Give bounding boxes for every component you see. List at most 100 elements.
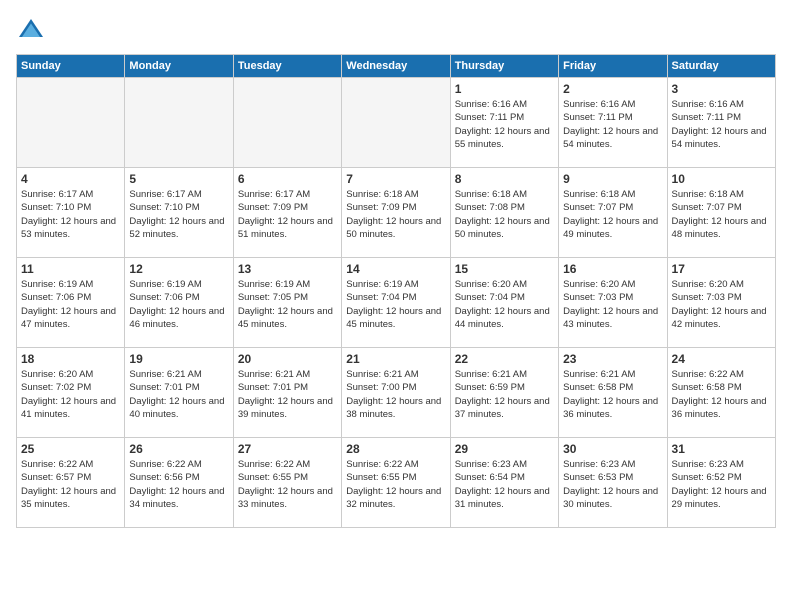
- day-number: 19: [129, 352, 228, 366]
- column-header-thursday: Thursday: [450, 55, 558, 78]
- calendar-week-row: 11 Sunrise: 6:19 AM Sunset: 7:06 PM Dayli…: [17, 258, 776, 348]
- day-info: Sunrise: 6:19 AM Sunset: 7:06 PM Dayligh…: [129, 278, 228, 331]
- day-info: Sunrise: 6:20 AM Sunset: 7:02 PM Dayligh…: [21, 368, 120, 421]
- calendar-cell: 2 Sunrise: 6:16 AM Sunset: 7:11 PM Daylig…: [559, 78, 667, 168]
- day-number: 26: [129, 442, 228, 456]
- calendar-cell: 8Sunrise: 6:18 AM Sunset: 7:08 PM Daylig…: [450, 168, 558, 258]
- calendar-cell: 11 Sunrise: 6:19 AM Sunset: 7:06 PM Dayli…: [17, 258, 125, 348]
- day-info: Sunrise: 6:21 AM Sunset: 6:58 PM Dayligh…: [563, 368, 662, 421]
- day-number: 4: [21, 172, 120, 186]
- calendar-week-row: 25 Sunrise: 6:22 AM Sunset: 6:57 PM Dayli…: [17, 438, 776, 528]
- calendar-cell: 19 Sunrise: 6:21 AM Sunset: 7:01 PM Dayli…: [125, 348, 233, 438]
- day-number: 2: [563, 82, 662, 96]
- day-number: 23: [563, 352, 662, 366]
- calendar-cell: 25 Sunrise: 6:22 AM Sunset: 6:57 PM Dayli…: [17, 438, 125, 528]
- calendar-cell: 6 Sunrise: 6:17 AM Sunset: 7:09 PM Daylig…: [233, 168, 341, 258]
- day-number: 18: [21, 352, 120, 366]
- day-info: Sunrise: 6:23 AM Sunset: 6:53 PM Dayligh…: [563, 458, 662, 511]
- day-info: Sunrise: 6:18 AM Sunset: 7:08 PM Dayligh…: [455, 188, 554, 241]
- day-number: 5: [129, 172, 228, 186]
- calendar-cell: 23 Sunrise: 6:21 AM Sunset: 6:58 PM Dayli…: [559, 348, 667, 438]
- calendar-week-row: 4 Sunrise: 6:17 AM Sunset: 7:10 PM Daylig…: [17, 168, 776, 258]
- day-info: Sunrise: 6:19 AM Sunset: 7:06 PM Dayligh…: [21, 278, 120, 331]
- day-info: Sunrise: 6:22 AM Sunset: 6:56 PM Dayligh…: [129, 458, 228, 511]
- calendar-cell: 9Sunrise: 6:18 AM Sunset: 7:07 PM Daylig…: [559, 168, 667, 258]
- day-number: 10: [672, 172, 771, 186]
- calendar-header-row: SundayMondayTuesdayWednesdayThursdayFrid…: [17, 55, 776, 78]
- day-number: 13: [238, 262, 337, 276]
- day-info: Sunrise: 6:16 AM Sunset: 7:11 PM Dayligh…: [672, 98, 771, 151]
- calendar-cell: 3 Sunrise: 6:16 AM Sunset: 7:11 PM Daylig…: [667, 78, 775, 168]
- logo: [16, 16, 50, 46]
- day-info: Sunrise: 6:17 AM Sunset: 7:10 PM Dayligh…: [21, 188, 120, 241]
- calendar-cell: 18 Sunrise: 6:20 AM Sunset: 7:02 PM Dayli…: [17, 348, 125, 438]
- day-info: Sunrise: 6:18 AM Sunset: 7:07 PM Dayligh…: [672, 188, 771, 241]
- day-number: 24: [672, 352, 771, 366]
- day-info: Sunrise: 6:16 AM Sunset: 7:11 PM Dayligh…: [563, 98, 662, 151]
- calendar-cell: 26 Sunrise: 6:22 AM Sunset: 6:56 PM Dayli…: [125, 438, 233, 528]
- column-header-wednesday: Wednesday: [342, 55, 450, 78]
- day-info: Sunrise: 6:18 AM Sunset: 7:09 PM Dayligh…: [346, 188, 445, 241]
- day-info: Sunrise: 6:22 AM Sunset: 6:57 PM Dayligh…: [21, 458, 120, 511]
- calendar-cell: 29 Sunrise: 6:23 AM Sunset: 6:54 PM Dayli…: [450, 438, 558, 528]
- day-number: 29: [455, 442, 554, 456]
- calendar-cell: 30Sunrise: 6:23 AM Sunset: 6:53 PM Dayli…: [559, 438, 667, 528]
- day-number: 7: [346, 172, 445, 186]
- calendar-table: SundayMondayTuesdayWednesdayThursdayFrid…: [16, 54, 776, 528]
- calendar-cell: 28 Sunrise: 6:22 AM Sunset: 6:55 PM Dayli…: [342, 438, 450, 528]
- calendar-cell: 17Sunrise: 6:20 AM Sunset: 7:03 PM Dayli…: [667, 258, 775, 348]
- calendar-cell: 16Sunrise: 6:20 AM Sunset: 7:03 PM Dayli…: [559, 258, 667, 348]
- calendar-cell: 22 Sunrise: 6:21 AM Sunset: 6:59 PM Dayli…: [450, 348, 558, 438]
- day-info: Sunrise: 6:23 AM Sunset: 6:54 PM Dayligh…: [455, 458, 554, 511]
- day-info: Sunrise: 6:22 AM Sunset: 6:55 PM Dayligh…: [238, 458, 337, 511]
- column-header-sunday: Sunday: [17, 55, 125, 78]
- calendar-cell: 4 Sunrise: 6:17 AM Sunset: 7:10 PM Daylig…: [17, 168, 125, 258]
- day-number: 27: [238, 442, 337, 456]
- day-number: 15: [455, 262, 554, 276]
- calendar-cell: 21Sunrise: 6:21 AM Sunset: 7:00 PM Dayli…: [342, 348, 450, 438]
- day-number: 28: [346, 442, 445, 456]
- day-number: 14: [346, 262, 445, 276]
- calendar-cell: 10 Sunrise: 6:18 AM Sunset: 7:07 PM Dayli…: [667, 168, 775, 258]
- calendar-cell: [233, 78, 341, 168]
- day-info: Sunrise: 6:22 AM Sunset: 6:55 PM Dayligh…: [346, 458, 445, 511]
- page-header: [16, 16, 776, 46]
- calendar-cell: [342, 78, 450, 168]
- calendar-cell: 27 Sunrise: 6:22 AM Sunset: 6:55 PM Dayli…: [233, 438, 341, 528]
- day-number: 16: [563, 262, 662, 276]
- calendar-cell: [125, 78, 233, 168]
- day-info: Sunrise: 6:19 AM Sunset: 7:04 PM Dayligh…: [346, 278, 445, 331]
- day-info: Sunrise: 6:21 AM Sunset: 7:01 PM Dayligh…: [129, 368, 228, 421]
- column-header-saturday: Saturday: [667, 55, 775, 78]
- day-info: Sunrise: 6:20 AM Sunset: 7:03 PM Dayligh…: [672, 278, 771, 331]
- calendar-week-row: 1 Sunrise: 6:16 AM Sunset: 7:11 PM Daylig…: [17, 78, 776, 168]
- column-header-tuesday: Tuesday: [233, 55, 341, 78]
- calendar-cell: [17, 78, 125, 168]
- day-info: Sunrise: 6:21 AM Sunset: 6:59 PM Dayligh…: [455, 368, 554, 421]
- day-info: Sunrise: 6:23 AM Sunset: 6:52 PM Dayligh…: [672, 458, 771, 511]
- calendar-cell: 12Sunrise: 6:19 AM Sunset: 7:06 PM Dayli…: [125, 258, 233, 348]
- day-info: Sunrise: 6:17 AM Sunset: 7:09 PM Dayligh…: [238, 188, 337, 241]
- day-info: Sunrise: 6:20 AM Sunset: 7:04 PM Dayligh…: [455, 278, 554, 331]
- day-number: 1: [455, 82, 554, 96]
- day-number: 25: [21, 442, 120, 456]
- calendar-week-row: 18 Sunrise: 6:20 AM Sunset: 7:02 PM Dayli…: [17, 348, 776, 438]
- calendar-cell: 13 Sunrise: 6:19 AM Sunset: 7:05 PM Dayli…: [233, 258, 341, 348]
- calendar-cell: 7 Sunrise: 6:18 AM Sunset: 7:09 PM Daylig…: [342, 168, 450, 258]
- calendar-cell: 24 Sunrise: 6:22 AM Sunset: 6:58 PM Dayli…: [667, 348, 775, 438]
- calendar-cell: 5Sunrise: 6:17 AM Sunset: 7:10 PM Daylig…: [125, 168, 233, 258]
- day-info: Sunrise: 6:22 AM Sunset: 6:58 PM Dayligh…: [672, 368, 771, 421]
- day-number: 6: [238, 172, 337, 186]
- day-info: Sunrise: 6:19 AM Sunset: 7:05 PM Dayligh…: [238, 278, 337, 331]
- column-header-monday: Monday: [125, 55, 233, 78]
- day-info: Sunrise: 6:18 AM Sunset: 7:07 PM Dayligh…: [563, 188, 662, 241]
- day-number: 31: [672, 442, 771, 456]
- calendar-cell: 1Sunrise: 6:16 AM Sunset: 7:11 PM Daylig…: [450, 78, 558, 168]
- calendar-cell: 15 Sunrise: 6:20 AM Sunset: 7:04 PM Dayli…: [450, 258, 558, 348]
- day-number: 22: [455, 352, 554, 366]
- day-number: 11: [21, 262, 120, 276]
- logo-icon: [16, 16, 46, 46]
- day-number: 20: [238, 352, 337, 366]
- day-number: 3: [672, 82, 771, 96]
- calendar-cell: 31 Sunrise: 6:23 AM Sunset: 6:52 PM Dayli…: [667, 438, 775, 528]
